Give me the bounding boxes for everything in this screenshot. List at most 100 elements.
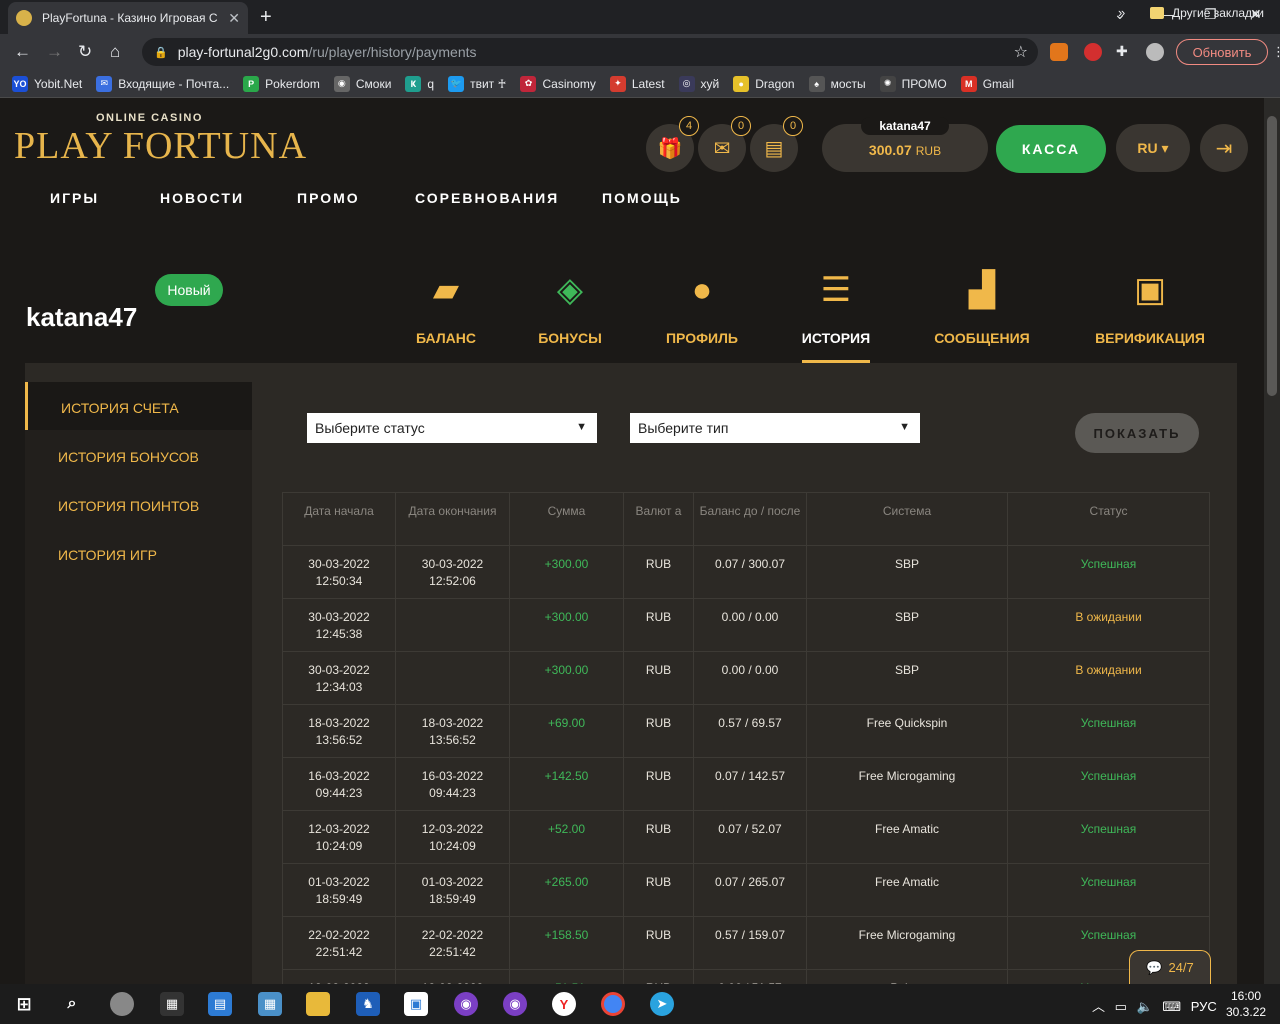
bookmark-item[interactable]: Ҝq [405,75,434,92]
nav-games[interactable]: ИГРЫ [50,190,99,206]
bookmarks-more-icon[interactable]: » [1118,5,1125,20]
payments-table: Дата начала Дата окончания Сумма Валют а… [282,492,1210,984]
logout-icon[interactable]: ⇥ [1200,124,1248,172]
kassa-button[interactable]: КАССА [996,125,1106,173]
browser-tab[interactable]: PlayFortuna - Казино Игровая С ✕ [8,2,248,34]
tab-balance[interactable]: ▰ БАЛАНС [416,270,476,346]
volume-icon[interactable]: 🔈 [1137,999,1153,1014]
tray-chevron-icon[interactable]: ︿ [1092,999,1105,1014]
nav-news[interactable]: НОВОСТИ [160,190,244,206]
bookmark-item[interactable]: ✿ Casinomy [520,75,596,92]
support-chat-button[interactable]: 💬 24/7 [1129,950,1211,984]
bookmark-item[interactable]: ✉ Входящие - Почта... [96,75,229,92]
sidebar-item-account-history[interactable]: ИСТОРИЯ СЧЕТА [61,400,179,416]
address-bar[interactable]: 🔒 play-fortunal2g0.com/ru/player/history… [142,38,1038,66]
tab-history[interactable]: ☰ ИСТОРИЯ [800,270,872,346]
nav-promo[interactable]: ПРОМО [297,190,360,206]
back-icon[interactable]: ← [14,42,31,62]
chrome-icon[interactable] [601,992,625,1016]
cell-start-date: 18-02-2022 [282,969,396,984]
new-tab-icon[interactable]: + [260,6,272,29]
bookmark-item[interactable]: ♠ мосты [808,75,866,92]
bookmark-item[interactable]: ◉ Смоки [333,75,391,92]
url-path: /ru/player/history/payments [308,44,477,60]
tor-browser-icon[interactable]: ◉ [454,992,478,1016]
bookmark-item[interactable]: YO Yobit.Net [12,75,82,92]
calculator-icon[interactable]: ▦ [258,992,282,1016]
yandex-browser-icon[interactable]: Y [552,992,576,1016]
tasks-count-badge: 0 [783,116,803,136]
col-end-date: Дата окончания [395,492,510,546]
sidebar-item-points-history[interactable]: ИСТОРИЯ ПОИНТОВ [58,498,199,514]
tab-close-icon[interactable]: ✕ [228,10,240,27]
gift-count-badge: 4 [679,116,699,136]
clock[interactable]: 16:00 30.3.22 [1226,988,1266,1020]
bonus-gift-icon: ◈ [556,271,584,309]
tab-messages[interactable]: ▟ СООБЩЕНИЯ [934,270,1030,346]
media-app-icon[interactable]: ▦ [160,992,184,1016]
bookmark-item[interactable]: ◎ хуй [678,75,720,92]
tab-title: PlayFortuna - Казино Игровая С [42,11,218,25]
nav-competitions[interactable]: СОРЕВНОВАНИЯ [415,190,559,206]
scrollbar-thumb[interactable] [1267,116,1277,396]
control-panel-icon[interactable]: ▤ [208,992,232,1016]
search-icon[interactable]: ⌕ [60,992,84,1016]
disc-app-icon[interactable] [110,992,134,1016]
nav-help[interactable]: ПОМОЩЬ [602,190,682,206]
sidebar-item-games-history[interactable]: ИСТОРИЯ ИГР [58,547,157,563]
type-select[interactable]: Выберите тип ▼ [630,413,920,443]
table-row: 30-03-2022 12:45:38 +300.00 RUB 0.00 / 0.00… [282,598,1210,652]
bookmark-item[interactable]: ● Dragon [733,75,795,92]
input-language[interactable]: РУС [1191,999,1217,1014]
bookmark-item[interactable]: M Gmail [960,75,1014,92]
cell-start-date: 12-03-2022 10:24:09 [282,810,396,864]
extensions-puzzle-icon[interactable]: ✚ [1116,43,1134,61]
bookmark-item[interactable]: ✦ Latest [609,75,665,92]
telegram-icon[interactable]: ➤ [650,992,674,1016]
home-icon[interactable]: ⌂ [110,42,120,62]
cell-amount: +265.00 [509,863,624,917]
sidebar-item-bonus-history[interactable]: ИСТОРИЯ БОНУСОВ [58,449,199,465]
logo[interactable]: PLAY FORTUNA [14,124,307,168]
profile-avatar-icon[interactable] [1146,43,1164,61]
cell-balance: 0.07 / 300.07 [693,545,807,599]
windows-taskbar: ⊞ ⌕ ▦ ▤ ▦ ♞ ▣ ◉ ◉ Y ➤ ︿ ▭ 🔈 ⌨ РУС 16:00 … [0,984,1280,1024]
tab-verification[interactable]: ▣ ВЕРИФИКАЦИЯ [1093,270,1207,346]
bookmark-label: хуй [700,76,720,91]
tab-profile[interactable]: ● ПРОФИЛЬ [664,270,740,347]
cell-end-date: 18-03-2022 13:56:52 [395,704,510,758]
system-tray[interactable]: ︿ ▭ 🔈 ⌨ РУС [1092,996,1217,1015]
cell-amount: +158.50 [509,916,624,970]
menu-dots-icon[interactable]: ⋮ [1272,44,1280,60]
network-icon[interactable]: ▭ [1115,999,1127,1014]
reload-icon[interactable]: ↻ [78,42,92,62]
keyboard-icon[interactable]: ⌨ [1162,999,1181,1014]
wallet-icon: ▰ [432,271,460,309]
cell-currency: RUB [623,757,694,811]
tab-label: БОНУСЫ [538,330,602,346]
other-bookmarks-folder[interactable]: Другие закладки [1150,6,1264,20]
bookmark-item[interactable]: 🐦 твит ♰ [448,75,506,92]
show-button[interactable]: ПОКАЗАТЬ [1075,413,1199,453]
tab-bonuses[interactable]: ◈ БОНУСЫ [538,270,602,346]
bookmark-favicon-icon: YO [12,75,28,92]
bookmark-star-icon[interactable]: ☆ [1014,42,1028,62]
person-icon: ● [691,270,713,309]
history-sidebar [25,382,252,984]
tor-browser-2-icon[interactable]: ◉ [503,992,527,1016]
app-icon[interactable]: ♞ [356,992,380,1016]
adblock-extension-icon[interactable] [1084,43,1102,61]
cell-currency: RUB [623,545,694,599]
bookmark-item[interactable]: ✺ ПРОМО [879,75,947,92]
cell-status: Успешная [1007,545,1210,599]
bookmark-item[interactable]: P Pokerdom [243,75,320,92]
update-button[interactable]: Обновить ⋮ [1176,39,1280,65]
cell-amount: +52.00 [509,810,624,864]
window-app-icon[interactable]: ▣ [404,992,428,1016]
file-explorer-icon[interactable] [306,992,330,1016]
metamask-extension-icon[interactable] [1050,43,1068,61]
language-selector[interactable]: RU ▾ [1116,124,1190,172]
status-select[interactable]: Выберите статус ▼ [307,413,597,443]
forward-icon[interactable]: → [46,42,63,62]
windows-start-icon[interactable]: ⊞ [12,992,36,1016]
